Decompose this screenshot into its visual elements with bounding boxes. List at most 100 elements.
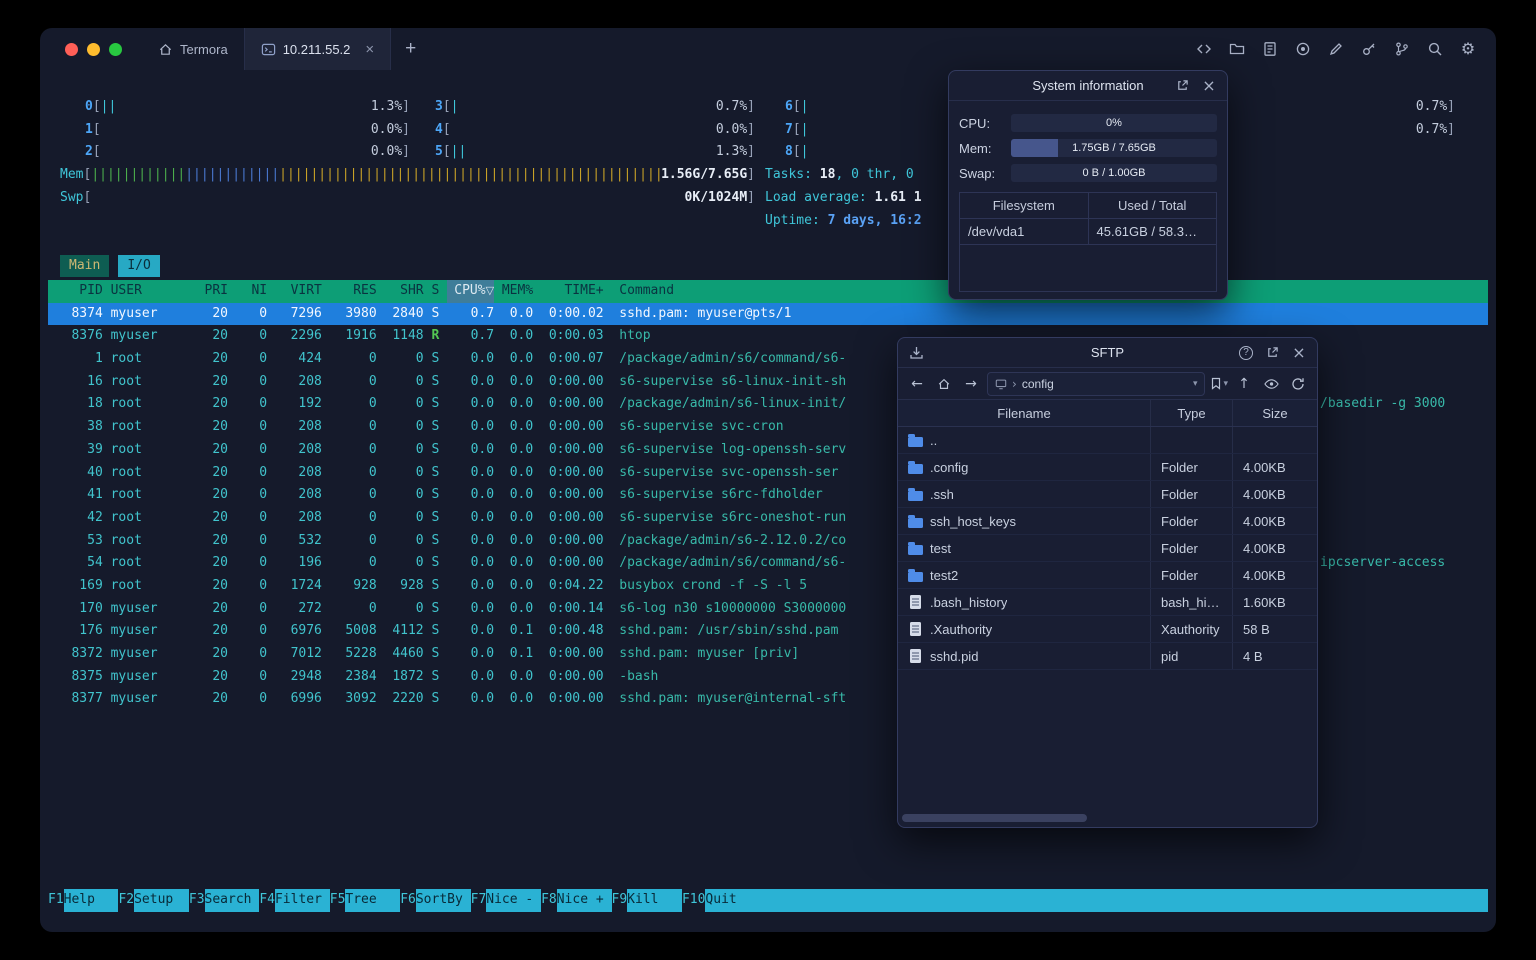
filesystem-table-header: Filesystem Used / Total — [960, 193, 1216, 219]
file-row[interactable]: sshd.pid pid 4 B — [898, 643, 1317, 670]
back-icon[interactable]: ← — [906, 373, 928, 395]
fkey-f3[interactable]: F3 — [188, 889, 205, 912]
search-icon[interactable] — [1425, 39, 1445, 59]
cpu-meter-4: 4[0.0%] — [435, 121, 755, 137]
close-window-button[interactable] — [65, 42, 78, 56]
fkey-f8-label[interactable]: Nice + — [556, 889, 612, 912]
fkey-f2[interactable]: F2 — [118, 889, 135, 912]
fkey-f3-label[interactable]: Search — [204, 889, 260, 912]
file-size: 4.00KB — [1243, 513, 1286, 529]
fkey-f10-label[interactable]: Quit — [705, 889, 761, 912]
sftp-titlebar[interactable]: SFTP ? × — [898, 338, 1317, 368]
path-dropdown-icon[interactable]: ▾ — [1193, 379, 1198, 389]
col-user[interactable]: USER — [111, 280, 181, 303]
file-row[interactable]: ssh_host_keys Folder 4.00KB — [898, 508, 1317, 535]
file-icon — [910, 649, 921, 663]
fkey-f4[interactable]: F4 — [259, 889, 275, 912]
file-row[interactable]: .config Folder 4.00KB — [898, 454, 1317, 481]
file-row[interactable]: .ssh Folder 4.00KB — [898, 481, 1317, 508]
file-size: 4.00KB — [1243, 567, 1286, 583]
col-ni[interactable]: NI — [228, 280, 267, 303]
home-icon[interactable] — [933, 373, 955, 395]
fkey-f5-label[interactable]: Tree — [345, 889, 401, 912]
open-in-new-icon[interactable] — [1174, 78, 1190, 94]
close-icon[interactable]: × — [1201, 77, 1217, 94]
col-cpu-sorted[interactable]: CPU%▽ — [447, 280, 495, 303]
file-row[interactable]: test Folder 4.00KB — [898, 535, 1317, 562]
col-state[interactable]: S — [424, 280, 447, 303]
fkey-f4-label[interactable]: Filter — [274, 889, 330, 912]
fkey-f7-label[interactable]: Nice - — [486, 889, 542, 912]
fkey-f6[interactable]: F6 — [400, 889, 416, 912]
bookmarks-button[interactable]: ▾ — [1210, 377, 1228, 390]
folder-icon — [908, 433, 923, 447]
file-row[interactable]: test2 Folder 4.00KB — [898, 562, 1317, 589]
breadcrumb-folder[interactable]: config — [1022, 377, 1054, 391]
fkey-f2-label[interactable]: Setup — [134, 889, 189, 912]
col-res[interactable]: RES — [322, 280, 376, 303]
col-size[interactable]: Size — [1233, 400, 1317, 426]
col-pid[interactable]: PID — [48, 280, 102, 303]
settings-icon[interactable]: ⚙ — [1458, 39, 1478, 59]
col-pri[interactable]: PRI — [181, 280, 228, 303]
code-icon[interactable] — [1194, 39, 1214, 59]
close-tab-icon[interactable]: × — [365, 42, 374, 57]
path-breadcrumb[interactable]: › config ▾ — [987, 371, 1206, 396]
col-time[interactable]: TIME+ — [533, 280, 603, 303]
mem-usage-bar: 1.75GB / 7.65GB — [1011, 139, 1217, 157]
sysinfo-titlebar[interactable]: System information × — [949, 71, 1227, 101]
folder-icon[interactable] — [1227, 39, 1247, 59]
cpu-meter-1: 1[0.0%] — [85, 121, 410, 137]
record-icon[interactable] — [1293, 39, 1313, 59]
screen-tab-main[interactable]: Main — [60, 255, 110, 277]
folder-icon — [908, 460, 923, 474]
col-mem[interactable]: MEM% — [494, 280, 533, 303]
fkey-f1[interactable]: F1 — [48, 889, 64, 912]
tab-termora-home[interactable]: Termora — [142, 28, 244, 70]
new-tab-button[interactable]: + — [391, 38, 430, 60]
fkey-f8[interactable]: F8 — [541, 889, 557, 912]
fkey-f10[interactable]: F10 — [681, 889, 706, 912]
file-size: 4.00KB — [1243, 540, 1286, 556]
branch-icon[interactable] — [1392, 39, 1412, 59]
close-icon[interactable]: × — [1291, 344, 1307, 361]
fkey-f9[interactable]: F9 — [611, 889, 628, 912]
file-name: test — [930, 540, 951, 556]
fkey-f7[interactable]: F7 — [470, 889, 487, 912]
sftp-window: SFTP ? × ← → › config ▾ ▾ ↑ Filename Typ… — [897, 337, 1318, 828]
fkey-f1-label[interactable]: Help — [63, 889, 119, 912]
zoom-window-button[interactable] — [109, 42, 122, 56]
log-icon[interactable] — [1260, 39, 1280, 59]
col-shr[interactable]: SHR — [377, 280, 423, 303]
fkey-f6-label[interactable]: SortBy — [415, 889, 471, 912]
show-hidden-icon[interactable] — [1260, 373, 1282, 395]
file-name: .ssh — [930, 486, 954, 502]
parent-directory-icon[interactable]: ↑ — [1233, 373, 1255, 395]
screen-tab-io[interactable]: I/O — [118, 255, 160, 277]
fkey-bar-filler — [760, 889, 1488, 912]
refresh-icon[interactable] — [1287, 373, 1309, 395]
swap-bar: Swp[0K/1024M] — [60, 189, 755, 205]
help-icon[interactable]: ? — [1239, 345, 1253, 360]
cpu-meter-0: 0[|| 1.3%] — [85, 99, 410, 114]
forward-icon[interactable]: → — [960, 373, 982, 395]
key-icon[interactable] — [1359, 39, 1379, 59]
file-row[interactable]: .. — [898, 427, 1317, 454]
col-virt[interactable]: VIRT — [267, 280, 322, 303]
process-row[interactable]: 8374 myuser 20 0 7296 3980 2840 S 0.7 0.0 0:00.02 s… — [48, 302, 1488, 326]
open-in-new-icon[interactable] — [1264, 345, 1280, 361]
file-row[interactable]: .bash_history bash_hi… 1.60KB — [898, 589, 1317, 616]
horizontal-scrollbar[interactable] — [902, 813, 1313, 823]
minimize-window-button[interactable] — [87, 42, 100, 56]
fkey-f9-label[interactable]: Kill — [627, 889, 682, 912]
fkey-f5[interactable]: F5 — [329, 889, 346, 912]
edit-icon[interactable] — [1326, 39, 1346, 59]
col-filename[interactable]: Filename — [898, 400, 1151, 426]
tab-ssh-session[interactable]: 10.211.55.2 × — [243, 28, 392, 70]
col-type[interactable]: Type — [1151, 400, 1233, 426]
folder-icon — [908, 487, 923, 501]
tab-label: 10.211.55.2 — [282, 41, 351, 57]
file-row[interactable]: .Xauthority Xauthority 58 B — [898, 616, 1317, 643]
scrollbar-thumb[interactable] — [902, 814, 1087, 822]
mem-usage-row: Mem: 1.75GB / 7.65GB — [959, 139, 1217, 157]
